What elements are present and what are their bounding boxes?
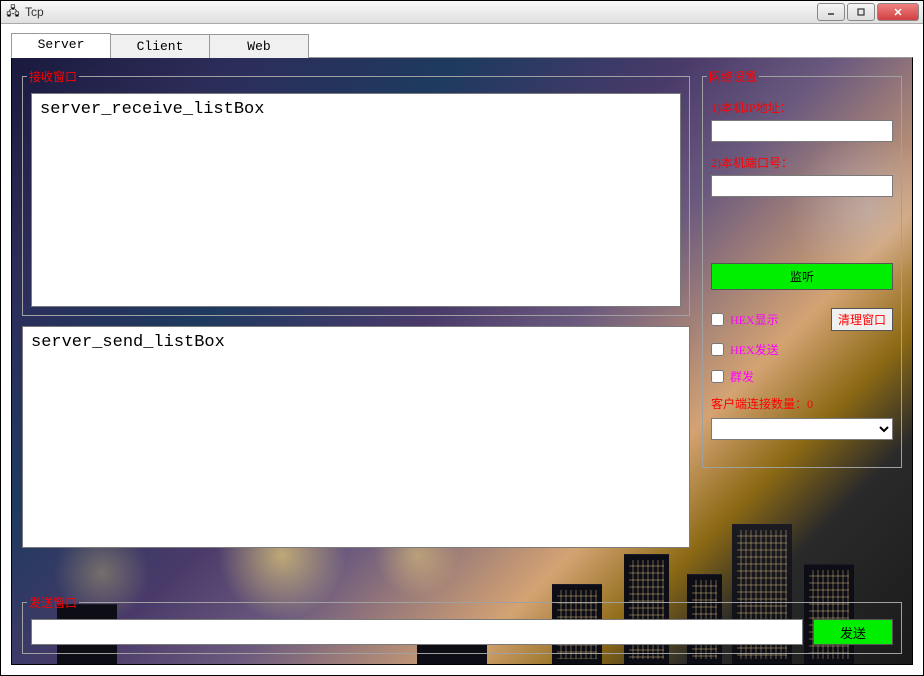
close-button[interactable] [877,3,919,21]
tab-bar: Server Client Web [11,34,913,58]
ip-label: 1)本机IP地址： [711,99,893,116]
port-input[interactable] [711,175,893,197]
tab-server[interactable]: Server [11,33,111,58]
left-column: 接收窗口 server_receive_listBox server_send_… [22,68,690,588]
send-input[interactable] [31,619,803,645]
minimize-icon [826,7,836,17]
group-send-label: 群发 [730,368,754,385]
group-send-row: 群发 [711,368,893,385]
hex-show-row: HEX显示 清理窗口 [711,308,893,331]
send-row: 发送 [31,619,893,645]
close-icon [892,7,904,17]
send-button[interactable]: 发送 [813,619,893,645]
receive-listbox[interactable]: server_receive_listBox [31,93,681,307]
maximize-icon [856,7,866,17]
tab-content: 接收窗口 server_receive_listBox server_send_… [11,57,913,665]
send-legend: 发送窗口 [27,594,79,611]
hex-send-label: HEX发送 [730,341,779,358]
tab-web[interactable]: Web [209,34,309,58]
receive-panel: 接收窗口 server_receive_listBox [22,68,690,316]
window-title: Tcp [25,5,817,19]
listen-button[interactable]: 监听 [711,263,893,290]
hex-send-checkbox[interactable] [711,343,724,356]
maximize-button[interactable] [847,3,875,21]
titlebar[interactable]: 🖧 Tcp [1,1,923,24]
main-window: 🖧 Tcp Server Client Web [0,0,924,676]
tab-client[interactable]: Client [110,34,210,58]
right-column: 网络设置 1)本机IP地址： 2)本机端口号： 监听 HEX显示 清理窗口 [702,68,902,588]
hex-show-label: HEX显示 [730,311,779,328]
send-panel: 发送窗口 发送 [22,594,902,654]
receive-legend: 接收窗口 [27,68,79,85]
port-label: 2)本机端口号： [711,154,893,171]
app-icon: 🖧 [5,4,21,20]
group-send-checkbox[interactable] [711,370,724,383]
client-combo[interactable] [711,418,893,440]
network-legend: 网络设置 [707,68,759,85]
hex-send-row: HEX发送 [711,341,893,358]
top-row: 接收窗口 server_receive_listBox server_send_… [22,68,902,588]
window-controls [817,3,919,21]
connection-count-label: 客户端连接数量：0 [711,395,893,412]
hex-show-checkbox[interactable] [711,313,724,326]
clear-window-button[interactable]: 清理窗口 [831,308,893,331]
send-listbox[interactable]: server_send_listBox [22,326,690,548]
network-settings-panel: 网络设置 1)本机IP地址： 2)本机端口号： 监听 HEX显示 清理窗口 [702,68,902,468]
minimize-button[interactable] [817,3,845,21]
client-area: Server Client Web 接收窗口 server_receive_li… [1,24,923,675]
ip-input[interactable] [711,120,893,142]
